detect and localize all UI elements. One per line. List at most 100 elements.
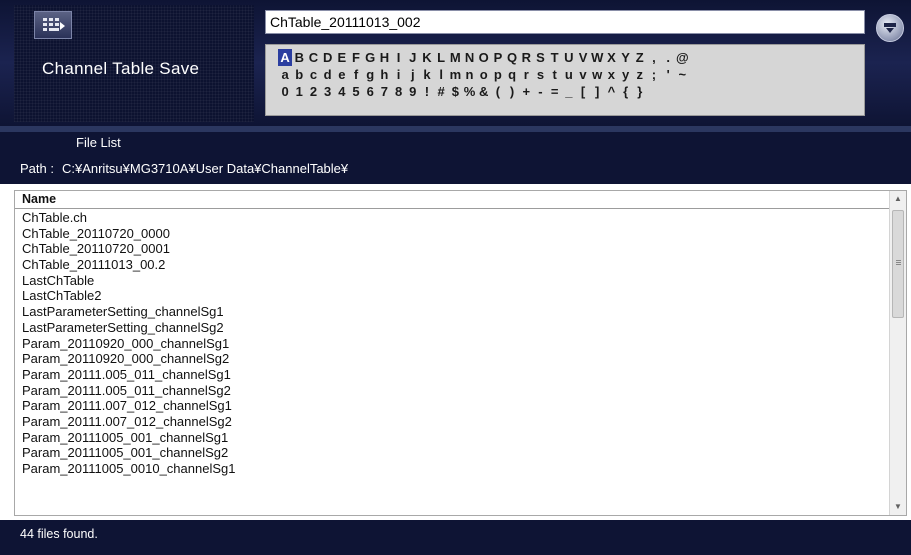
char-key[interactable]: E [335, 49, 349, 66]
file-row[interactable]: LastParameterSetting_channelSg1 [15, 304, 890, 320]
char-key[interactable]: ) [505, 83, 519, 100]
char-key[interactable]: q [505, 66, 519, 83]
file-row[interactable]: LastChTable2 [15, 288, 890, 304]
char-key[interactable]: 3 [321, 83, 335, 100]
char-key[interactable]: _ [562, 83, 576, 100]
char-key[interactable]: G [363, 49, 377, 66]
char-key[interactable]: W [590, 49, 604, 66]
char-key[interactable]: u [562, 66, 576, 83]
char-key[interactable]: & [477, 83, 491, 100]
char-key[interactable]: ( [491, 83, 505, 100]
char-key[interactable]: @ [675, 49, 689, 66]
char-key[interactable]: } [633, 83, 647, 100]
char-key[interactable]: b [292, 66, 306, 83]
char-key[interactable]: P [491, 49, 505, 66]
char-key[interactable]: v [576, 66, 590, 83]
char-key[interactable]: ~ [675, 66, 689, 83]
char-key[interactable]: ^ [604, 83, 618, 100]
char-key[interactable]: V [576, 49, 590, 66]
char-key[interactable]: 9 [406, 83, 420, 100]
char-key[interactable]: 5 [349, 83, 363, 100]
enter-button[interactable] [876, 14, 904, 42]
char-key[interactable]: ' [661, 66, 675, 83]
char-key[interactable]: i [392, 66, 406, 83]
char-key[interactable]: K [420, 49, 434, 66]
char-key[interactable]: d [321, 66, 335, 83]
char-key[interactable]: C [306, 49, 320, 66]
file-list[interactable]: Name ChTable.ch ChTable_20110720_0000 ChTa… [14, 190, 907, 516]
char-key[interactable]: ! [420, 83, 434, 100]
char-key[interactable]: n [462, 66, 476, 83]
char-key[interactable]: 7 [377, 83, 391, 100]
char-key[interactable]: - [533, 83, 547, 100]
char-key[interactable]: N [462, 49, 476, 66]
char-key[interactable]: o [477, 66, 491, 83]
char-key[interactable]: 8 [392, 83, 406, 100]
char-key[interactable]: O [477, 49, 491, 66]
char-key[interactable]: w [590, 66, 604, 83]
char-key[interactable]: z [633, 66, 647, 83]
file-row[interactable]: ChTable_20111013_00.2 [15, 257, 890, 273]
char-key[interactable]: c [306, 66, 320, 83]
char-key[interactable]: 6 [363, 83, 377, 100]
scroll-down-arrow-icon[interactable]: ▼ [890, 499, 906, 515]
char-key[interactable]: I [392, 49, 406, 66]
char-key[interactable]: X [604, 49, 618, 66]
file-row[interactable]: Param_20111.007_012_channelSg2 [15, 414, 890, 430]
char-key[interactable]: D [321, 49, 335, 66]
scroll-up-arrow-icon[interactable]: ▲ [890, 191, 906, 207]
char-key[interactable]: U [562, 49, 576, 66]
char-key[interactable]: # [434, 83, 448, 100]
char-key[interactable]: x [604, 66, 618, 83]
char-key[interactable]: 0 [278, 83, 292, 100]
char-key[interactable]: l [434, 66, 448, 83]
file-row[interactable]: Param_20111.005_011_channelSg1 [15, 367, 890, 383]
char-key[interactable]: k [420, 66, 434, 83]
char-key[interactable]: $ [448, 83, 462, 100]
char-key[interactable]: M [448, 49, 462, 66]
char-key[interactable]: + [519, 83, 533, 100]
file-row[interactable]: ChTable_20110720_0000 [15, 226, 890, 242]
file-row[interactable]: Param_20111005_001_channelSg1 [15, 430, 890, 446]
char-key[interactable]: . [661, 49, 675, 66]
char-key[interactable]: h [377, 66, 391, 83]
char-key[interactable]: f [349, 66, 363, 83]
char-key[interactable]: Y [619, 49, 633, 66]
scroll-thumb[interactable] [892, 210, 904, 318]
file-row[interactable]: Param_20110920_000_channelSg1 [15, 336, 890, 352]
char-key[interactable]: = [548, 83, 562, 100]
char-key[interactable]: ] [590, 83, 604, 100]
char-key[interactable]: g [363, 66, 377, 83]
file-row[interactable]: Param_20110920_000_channelSg2 [15, 351, 890, 367]
char-key[interactable]: T [548, 49, 562, 66]
char-key[interactable]: m [448, 66, 462, 83]
char-key[interactable]: [ [576, 83, 590, 100]
file-row[interactable]: LastChTable [15, 273, 890, 289]
char-key[interactable]: , [647, 49, 661, 66]
char-key[interactable]: R [519, 49, 533, 66]
char-key[interactable]: % [462, 83, 476, 100]
file-row[interactable]: Param_20111.005_011_channelSg2 [15, 383, 890, 399]
keyboard-icon[interactable] [34, 11, 72, 39]
char-key[interactable]: a [278, 66, 292, 83]
char-key[interactable]: S [533, 49, 547, 66]
file-row[interactable]: Param_20111005_0010_channelSg1 [15, 461, 890, 477]
char-key[interactable]: ; [647, 66, 661, 83]
char-key[interactable]: Z [633, 49, 647, 66]
char-key[interactable]: e [335, 66, 349, 83]
char-key[interactable]: 2 [306, 83, 320, 100]
char-key[interactable]: B [292, 49, 306, 66]
column-header-name[interactable]: Name [15, 191, 890, 209]
char-key[interactable]: H [377, 49, 391, 66]
char-key[interactable]: 4 [335, 83, 349, 100]
char-key[interactable]: r [519, 66, 533, 83]
char-key[interactable]: y [619, 66, 633, 83]
file-row[interactable]: LastParameterSetting_channelSg2 [15, 320, 890, 336]
char-key[interactable]: J [406, 49, 420, 66]
char-key[interactable]: j [406, 66, 420, 83]
char-key[interactable]: A [278, 49, 293, 66]
char-key[interactable]: { [619, 83, 633, 100]
char-key[interactable]: p [491, 66, 505, 83]
file-row[interactable]: ChTable.ch [15, 210, 890, 226]
file-row[interactable]: Param_20111005_001_channelSg2 [15, 445, 890, 461]
